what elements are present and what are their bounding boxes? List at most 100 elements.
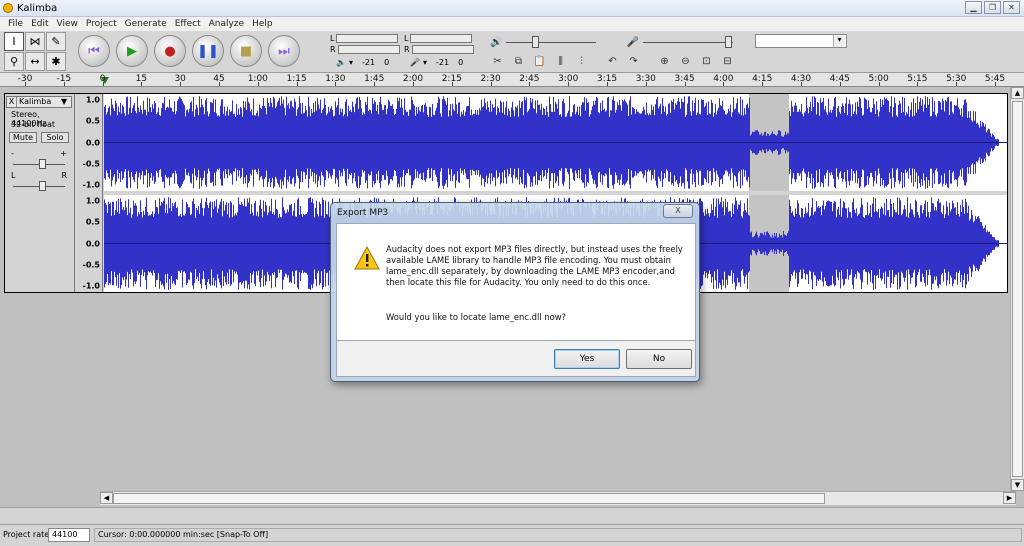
amplitude-label: 1.0 [85,95,100,105]
no-button[interactable]: No [626,349,692,369]
restore-icon[interactable]: ❐ [984,1,1001,14]
slider-thumb[interactable] [532,36,540,48]
microphone-icon: 🎤 [410,58,420,67]
ruler-tick [878,82,880,86]
project-rate-select[interactable]: 44100 [48,528,90,542]
mute-button[interactable]: Mute [9,132,37,143]
record-meter-bar[interactable] [410,34,473,43]
edit-toolbar: ✂ ⧉ 📋 ⫼ ⫶ ↶ ↷ ⊕ ⊖ ⊡ ⊟ [488,53,737,70]
input-volume-icon: 🎤 [626,36,639,48]
ruler-tick [917,82,919,86]
timeline-ruler[interactable]: -30 -15 0 15 30 45 1:00 1:15 1:30 1:45 2:00 2:15 2:3… [0,73,1024,87]
ruler-tick [684,82,686,86]
close-track-icon[interactable]: X [7,97,17,107]
window-title: Kalimba [17,2,58,14]
draw-tool-icon[interactable]: ✎ [46,32,66,51]
output-volume-icon: 🔊 [490,36,503,48]
menu-project[interactable]: Project [82,17,121,31]
window-controls: ▁ ❐ ✕ [965,1,1020,14]
redo-icon[interactable]: ↷ [624,53,643,70]
gain-slider[interactable]: - + [11,149,67,170]
paste-icon[interactable]: 📋 [530,53,549,70]
horizontal-scrollbar[interactable]: ◀ ▶ [100,491,1016,505]
menu-file[interactable]: File [4,17,27,31]
dialog-question: Would you like to locate lame_enc.dll no… [386,312,566,322]
menu-effect[interactable]: Effect [171,17,205,31]
dialog-footer: Yes No [336,341,696,377]
project-rate-label: Project rate: [3,530,52,539]
output-volume-slider[interactable] [506,35,597,49]
dropdown-arrow-icon[interactable]: ▼ [61,97,71,107]
dropdown-arrow-icon[interactable]: ▾ [349,58,353,67]
track-name-menu[interactable]: X Kalimba ▼ [6,96,72,108]
selection-tool-icon[interactable]: I [4,32,24,51]
title-bar: Kalimba ▁ ❐ ✕ [0,0,1024,17]
playback-meter-bar[interactable] [336,34,399,43]
scroll-up-icon[interactable]: ▲ [1011,87,1024,99]
menu-help[interactable]: Help [248,17,277,31]
amplitude-label: 0.0 [85,138,100,147]
pan-slider[interactable]: L R [11,171,67,192]
slider-thumb[interactable] [724,36,732,48]
fit-project-icon[interactable]: ⊟ [718,53,737,70]
yes-button[interactable]: Yes [554,349,620,369]
input-volume-slider[interactable] [642,35,733,49]
ruler-tick [995,82,996,86]
skip-to-start-button[interactable]: ⏮ [78,35,110,67]
ruler-tick [413,82,414,86]
zoom-tool-icon[interactable]: ⚲ [4,52,24,71]
input-source-select[interactable] [755,34,847,48]
menu-edit[interactable]: Edit [27,17,52,31]
dialog-close-button[interactable]: X [663,204,693,218]
timeshift-tool-icon[interactable]: ↔ [25,52,45,71]
ruler-tick [607,82,608,86]
export-mp3-dialog: Export MP3 X Audacity does not export MP… [330,202,700,382]
ruler-tick [451,82,453,86]
track-name: Kalimba [19,97,52,106]
amplitude-label: 1.0 [85,196,100,206]
scroll-left-icon[interactable]: ◀ [100,492,113,504]
record-meter-controls: 🎤 ▾ -21 0 [410,58,464,67]
pause-icon: ❚❚ [197,43,219,59]
slider-thumb[interactable] [39,181,46,191]
skip-to-end-button[interactable]: ⏭ [268,35,300,67]
solo-button[interactable]: Solo [41,132,69,143]
amplitude-label: -0.5 [82,260,101,270]
stop-button[interactable]: ■ [230,35,262,67]
dropdown-arrow-icon[interactable]: ▾ [423,58,427,67]
scroll-right-icon[interactable]: ▶ [1003,492,1016,504]
menu-generate[interactable]: Generate [121,17,171,31]
undo-icon[interactable]: ↶ [603,53,622,70]
slider-thumb[interactable] [39,159,46,169]
audacity-logo-icon [3,3,13,13]
scroll-thumb[interactable] [113,493,825,504]
warning-icon [354,246,380,270]
scroll-thumb[interactable] [1012,101,1023,477]
cut-icon[interactable]: ✂ [488,53,507,70]
silence-icon[interactable]: ⫶ [572,53,591,70]
fit-selection-icon[interactable]: ⊡ [697,53,716,70]
zoom-in-icon[interactable]: ⊕ [655,53,674,70]
menu-bar: File Edit View Project Generate Effect A… [0,17,1024,31]
menu-view[interactable]: View [53,17,82,31]
multi-tool-icon[interactable]: ✱ [46,52,66,71]
menu-analyze[interactable]: Analyze [205,17,248,31]
vertical-scrollbar[interactable]: ▲ ▼ [1010,87,1024,491]
pause-button[interactable]: ❚❚ [192,35,224,67]
copy-icon[interactable]: ⧉ [509,53,528,70]
zoom-out-icon[interactable]: ⊖ [676,53,695,70]
envelope-tool-icon[interactable]: ⋈ [25,32,45,51]
record-meter-bar[interactable] [411,45,474,54]
play-button[interactable]: ▶ [116,35,148,67]
ruler-tick [645,82,647,86]
minimize-icon[interactable]: ▁ [965,1,982,14]
scroll-down-icon[interactable]: ▼ [1011,479,1024,491]
record-button[interactable]: ● [154,35,186,67]
trim-icon[interactable]: ⫼ [551,53,570,70]
dialog-body: Audacity does not export MP3 files direc… [336,223,696,341]
playback-meter-bar[interactable] [337,45,400,54]
close-window-icon[interactable]: ✕ [1003,1,1020,14]
record-icon: ● [164,43,176,59]
ruler-tick [529,82,531,86]
amplitude-label: -1.0 [82,281,101,291]
